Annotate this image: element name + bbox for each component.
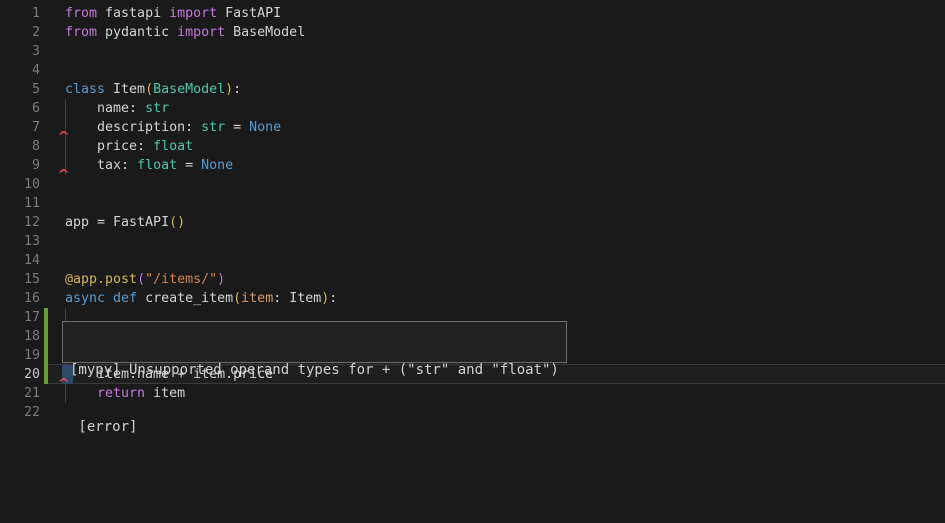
code-token: float (137, 158, 177, 173)
code-token: pydantic (97, 25, 177, 40)
lint-error-marker-icon: ^ (58, 374, 69, 393)
line-number[interactable]: 19 (0, 346, 40, 365)
line-number[interactable]: 13 (0, 232, 40, 251)
code-line[interactable]: 10 (0, 175, 945, 194)
code-token: @app.post (65, 272, 137, 287)
code-line[interactable]: 5 class Item(BaseModel): (0, 80, 945, 99)
code-token: name: (65, 101, 145, 116)
code-token: : Item (273, 291, 321, 306)
code-token: class (65, 82, 105, 97)
line-number[interactable]: 20 (0, 365, 40, 384)
line-number[interactable]: 2 (0, 23, 40, 42)
code-token: : (233, 82, 241, 97)
line-number[interactable]: 22 (0, 403, 40, 422)
line-number[interactable]: 14 (0, 251, 40, 270)
code-token: ( (137, 272, 145, 287)
code-token: float (153, 139, 193, 154)
code-token: item (241, 291, 273, 306)
code-token: str (201, 120, 225, 135)
code-token (105, 291, 113, 306)
line-number[interactable]: 1 (0, 4, 40, 23)
line-number[interactable]: 18 (0, 327, 40, 346)
code-line[interactable]: 9 tax: float = None^ (0, 156, 945, 175)
code-token: = (225, 120, 249, 135)
code-token: str (145, 101, 169, 116)
code-text: from fastapi import FastAPI (65, 4, 281, 23)
line-number[interactable]: 4 (0, 61, 40, 80)
code-token: "/items/" (145, 272, 217, 287)
code-token: import (177, 25, 225, 40)
code-token: tax: (65, 158, 137, 173)
code-line[interactable]: 8 price: float (0, 137, 945, 156)
code-text: from pydantic import BaseModel (65, 23, 305, 42)
code-token: FastAPI (217, 6, 281, 21)
git-modified-indicator (44, 346, 48, 365)
code-line[interactable]: 3 (0, 42, 945, 61)
code-text: name: str (65, 99, 169, 118)
code-token: ) (225, 82, 233, 97)
code-line[interactable]: 14 (0, 251, 945, 270)
code-line[interactable]: 6 name: str (0, 99, 945, 118)
code-text: app = FastAPI() (65, 213, 185, 232)
code-line[interactable]: 7 description: str = None^ (0, 118, 945, 137)
git-modified-indicator (44, 365, 48, 384)
code-token: Item (105, 82, 145, 97)
code-text: tax: float = None (65, 156, 233, 175)
code-text: class Item(BaseModel): (65, 80, 241, 99)
git-modified-indicator (44, 327, 48, 346)
line-number[interactable]: 7 (0, 118, 40, 137)
line-number[interactable]: 12 (0, 213, 40, 232)
code-token: None (201, 158, 233, 173)
line-number[interactable]: 8 (0, 137, 40, 156)
code-token: def (113, 291, 137, 306)
diagnostic-tooltip: [mypy] Unsupported operand types for + (… (62, 321, 567, 363)
code-token: from (65, 25, 97, 40)
code-editor[interactable]: 1 from fastapi import FastAPI 2 from pydant… (0, 0, 945, 523)
diagnostic-message: [mypy] Unsupported operand types for + (… (70, 361, 559, 380)
code-line[interactable]: 1 from fastapi import FastAPI (0, 4, 945, 23)
code-line[interactable]: 13 (0, 232, 945, 251)
code-text: async def create_item(item: Item): (65, 289, 337, 308)
code-text: @app.post("/items/") (65, 270, 225, 289)
code-token: BaseModel (153, 82, 225, 97)
code-token: ( (145, 82, 153, 97)
line-number[interactable]: 15 (0, 270, 40, 289)
line-number[interactable]: 10 (0, 175, 40, 194)
code-token: from (65, 6, 97, 21)
code-line[interactable]: 2 from pydantic import BaseModel (0, 23, 945, 42)
code-token: BaseModel (225, 25, 305, 40)
code-token: import (169, 6, 217, 21)
code-token: description: (65, 120, 201, 135)
code-line[interactable]: 11 (0, 194, 945, 213)
code-line[interactable]: 12 app = FastAPI() (0, 213, 945, 232)
line-number[interactable]: 17 (0, 308, 40, 327)
code-token: async (65, 291, 105, 306)
line-number[interactable]: 6 (0, 99, 40, 118)
line-number[interactable]: 5 (0, 80, 40, 99)
code-text: description: str = None (65, 118, 281, 137)
code-token: None (249, 120, 281, 135)
code-line[interactable]: 4 (0, 61, 945, 80)
code-token: price: (65, 139, 153, 154)
code-token: ( (233, 291, 241, 306)
line-number[interactable]: 11 (0, 194, 40, 213)
code-token: : (329, 291, 337, 306)
diagnostic-severity: [error] (70, 418, 559, 437)
git-modified-indicator (44, 308, 48, 327)
line-number[interactable]: 21 (0, 384, 40, 403)
code-token: create_item (137, 291, 233, 306)
code-token: () (169, 215, 185, 230)
code-text: price: float (65, 137, 193, 156)
lint-error-marker-icon: ^ (58, 127, 69, 146)
line-number[interactable]: 3 (0, 42, 40, 61)
code-token: ) (217, 272, 225, 287)
code-token: app = FastAPI (65, 215, 169, 230)
code-line[interactable]: 16 async def create_item(item: Item): (0, 289, 945, 308)
code-token: = (177, 158, 201, 173)
line-number[interactable]: 9 (0, 156, 40, 175)
line-number[interactable]: 16 (0, 289, 40, 308)
lint-error-marker-icon: ^ (58, 165, 69, 184)
code-line[interactable]: 15 @app.post("/items/") (0, 270, 945, 289)
code-token: fastapi (97, 6, 169, 21)
